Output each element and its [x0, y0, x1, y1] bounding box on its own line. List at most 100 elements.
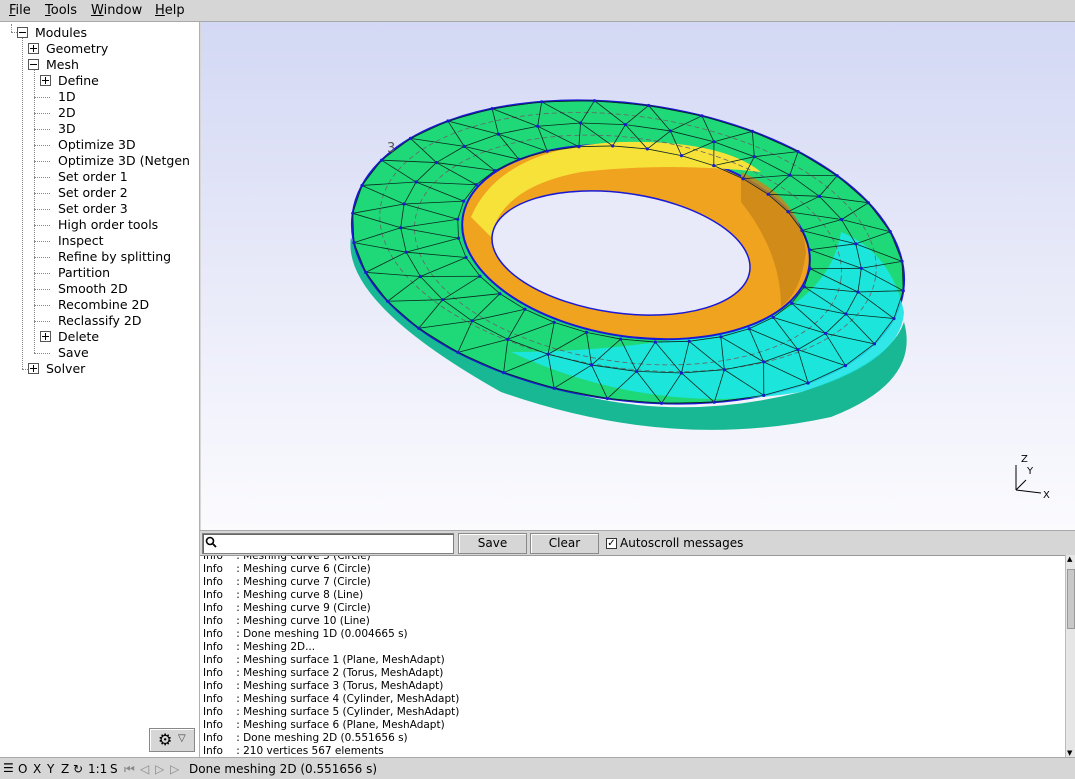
axis-y-label: Y — [1026, 466, 1034, 477]
mesh-node — [687, 339, 691, 343]
tree-label: Delete — [58, 329, 100, 344]
mesh-node — [635, 369, 639, 373]
mesh-node — [712, 140, 716, 144]
graphics-viewport[interactable]: 3 Z Y X — [201, 22, 1075, 530]
mesh-node — [577, 145, 581, 149]
tree-connector — [34, 273, 50, 274]
view-y-button[interactable]: Y — [47, 762, 54, 776]
mesh-node — [892, 316, 896, 321]
message-console[interactable]: Info : Meshing curve 5 (Circle) Info : M… — [200, 555, 1065, 757]
message-line: Info : Done meshing 2D (0.551656 s) — [203, 732, 408, 744]
mesh-node — [800, 228, 804, 233]
mesh-node — [752, 155, 756, 159]
mesh-node — [771, 315, 775, 320]
tree-item-partition[interactable]: Partition — [58, 265, 110, 281]
mesh-node — [364, 270, 368, 274]
tree-connector — [34, 193, 50, 194]
mesh-node — [786, 210, 790, 214]
tree-connector — [34, 305, 50, 306]
mesh-node — [700, 114, 704, 118]
mesh-node — [470, 319, 474, 323]
tree-item-set-order-3[interactable]: Set order 3 — [58, 201, 128, 217]
view-o-button[interactable]: O — [18, 762, 27, 776]
expand-icon[interactable] — [40, 331, 51, 342]
curve-label: 3 — [387, 141, 395, 156]
gear-icon: ⚙ — [158, 730, 173, 749]
mesh-node — [646, 103, 651, 108]
mesh-node — [653, 340, 657, 344]
mesh-node — [506, 337, 510, 341]
prev-icon[interactable]: ◁ — [140, 762, 149, 776]
tree-item-high-order-tools[interactable]: High order tools — [58, 217, 158, 233]
mesh-node — [462, 144, 466, 148]
clear-button[interactable]: Clear — [530, 533, 599, 554]
menu-lines-icon[interactable]: ☰ — [3, 761, 14, 775]
view-z-button[interactable]: Z — [61, 762, 69, 776]
mesh-node — [408, 136, 413, 141]
expand-icon[interactable] — [40, 75, 51, 86]
mesh-node — [619, 337, 623, 341]
view-x-button[interactable]: X — [33, 762, 41, 776]
menu-file[interactable]: File — [9, 3, 31, 18]
message-line: Info : Meshing surface 1 (Plane, MeshAda… — [203, 654, 445, 666]
expand-icon[interactable] — [28, 363, 39, 374]
message-line: Info : Meshing curve 8 (Line) — [203, 589, 364, 601]
tree-item-set-order-2[interactable]: Set order 2 — [58, 185, 128, 201]
tree-item-refine[interactable]: Refine by splitting — [58, 249, 171, 265]
tree-item-3d[interactable]: 3D — [58, 121, 76, 137]
mesh-node — [502, 370, 506, 375]
message-line: Info : Meshing curve 9 (Circle) — [203, 602, 371, 614]
menu-help[interactable]: Help — [155, 3, 185, 18]
tree-item-2d[interactable]: 2D — [58, 105, 76, 121]
mesh-node — [808, 267, 812, 271]
rotate-icon[interactable]: ↻ — [73, 762, 83, 776]
tree-item-1d[interactable]: 1D — [58, 89, 76, 105]
menu-tools[interactable]: Tools — [45, 3, 77, 18]
mesh-node — [866, 201, 870, 205]
save-button[interactable]: Save — [458, 533, 527, 554]
tree-item-optimize-3d[interactable]: Optimize 3D — [58, 137, 136, 153]
collapse-icon[interactable] — [17, 27, 28, 38]
tree-item-inspect[interactable]: Inspect — [58, 233, 104, 249]
tree-item-save[interactable]: Save — [58, 345, 89, 361]
scale-button[interactable]: 1:1 — [88, 762, 107, 776]
scroll-thumb[interactable] — [1067, 569, 1075, 629]
mesh-node — [434, 160, 438, 165]
scroll-down-icon[interactable]: ▼ — [1067, 749, 1072, 757]
tree-item-smooth-2d[interactable]: Smooth 2D — [58, 281, 128, 297]
collapse-icon[interactable] — [28, 59, 39, 70]
search-icon — [205, 536, 217, 552]
scroll-up-icon[interactable]: ▲ — [1067, 555, 1072, 563]
mesh-node — [762, 393, 766, 397]
search-input[interactable] — [202, 533, 454, 554]
tree-connector — [34, 209, 50, 210]
tree-item-reclassify-2d[interactable]: Reclassify 2D — [58, 313, 141, 329]
tree-item-recombine-2d[interactable]: Recombine 2D — [58, 297, 149, 313]
options-button[interactable]: ⚙ ▽ — [149, 728, 195, 752]
mesh-node — [796, 348, 800, 352]
tree-connector — [34, 353, 50, 354]
mesh-node — [414, 180, 418, 184]
mesh-node — [623, 123, 627, 127]
first-icon[interactable]: ⏮ — [124, 762, 135, 777]
tree-item-optimize-3d-netgen[interactable]: Optimize 3D (Netgen — [58, 153, 190, 169]
mesh-node — [719, 335, 723, 339]
play-icon[interactable]: ▷ — [155, 762, 164, 776]
select-s-button[interactable]: S — [110, 762, 118, 776]
mesh-node — [750, 129, 754, 134]
message-line: Info : Meshing surface 3 (Torus, MeshAda… — [203, 680, 444, 692]
mesh-node — [578, 121, 583, 125]
mesh-node — [462, 199, 466, 203]
mesh-node — [645, 147, 649, 151]
menu-window[interactable]: Window — [91, 3, 142, 18]
mesh-node — [496, 132, 500, 136]
mesh-node — [766, 192, 770, 196]
expand-icon[interactable] — [28, 43, 39, 54]
messages-scrollbar[interactable]: ▲ ▼ — [1065, 555, 1075, 757]
tree-item-set-order-1[interactable]: Set order 1 — [58, 169, 128, 185]
mesh-node — [859, 266, 863, 270]
mesh-node — [464, 255, 468, 260]
next-icon[interactable]: ▷ — [170, 762, 179, 776]
mesh-node — [611, 144, 615, 148]
autoscroll-checkbox[interactable]: ✓ — [606, 538, 617, 549]
